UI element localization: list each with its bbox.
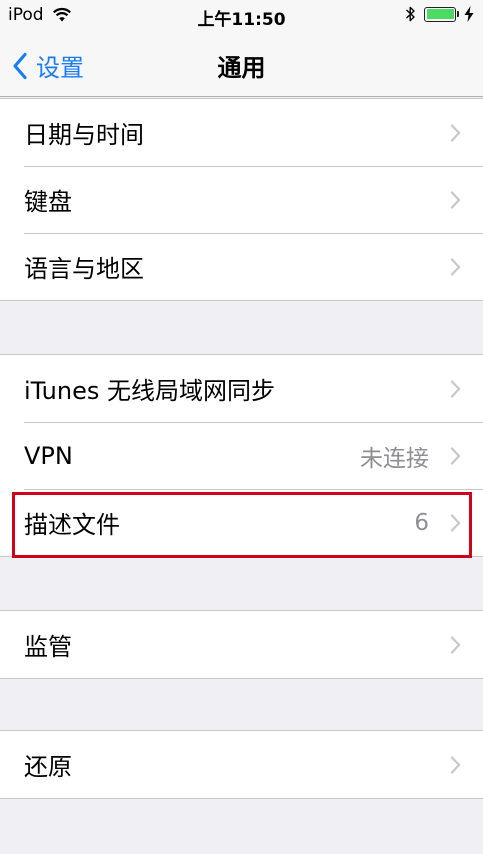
battery-body: [424, 6, 456, 22]
chevron-right-icon: [450, 446, 461, 465]
cell-keyboard[interactable]: 键盘: [0, 166, 483, 233]
cell-label: VPN: [24, 441, 73, 470]
chevron-right-icon: [450, 379, 461, 398]
cell-label: 语言与地区: [24, 255, 144, 283]
chevron-right-icon: [450, 123, 461, 142]
status-right: [405, 5, 475, 23]
cell-label: 键盘: [24, 188, 72, 216]
cell-date-time[interactable]: 日期与时间: [0, 99, 483, 166]
cell-supervision[interactable]: 监管: [0, 611, 483, 678]
cell-detail: 6: [414, 509, 429, 536]
status-bar: iPod 上午11:50: [0, 0, 483, 34]
battery-cap: [457, 11, 459, 17]
settings-group-2: iTunes 无线局域网同步 VPN 未连接 描述文件 6: [0, 354, 483, 557]
bluetooth-icon: [405, 5, 416, 23]
page-title: 通用: [217, 54, 266, 82]
battery-fill: [426, 9, 454, 19]
chevron-right-icon: [450, 635, 461, 654]
cell-reset[interactable]: 还原: [0, 731, 483, 798]
cell-label: 日期与时间: [24, 121, 144, 149]
navigation-bar: 设置 通用: [0, 34, 483, 97]
chevron-right-icon: [450, 257, 461, 276]
chevron-right-icon: [450, 190, 461, 209]
cell-detail: 未连接: [360, 445, 429, 472]
settings-group-1: 日期与时间 键盘 语言与地区: [0, 98, 483, 301]
cell-label: 还原: [24, 753, 72, 781]
charging-bolt-icon: [463, 5, 475, 23]
cell-label: iTunes 无线局域网同步: [24, 377, 276, 405]
settings-group-3: 监管: [0, 610, 483, 679]
cell-vpn[interactable]: VPN 未连接: [0, 422, 483, 489]
cell-label: 监管: [24, 633, 72, 661]
chevron-right-icon: [450, 755, 461, 774]
battery-icon: [424, 6, 459, 22]
cell-language-region[interactable]: 语言与地区: [0, 233, 483, 300]
chevron-right-icon: [450, 513, 461, 532]
cell-profiles[interactable]: 描述文件 6: [0, 489, 483, 556]
settings-group-4: 还原: [0, 730, 483, 799]
cell-label: 描述文件: [24, 511, 120, 539]
cell-itunes-wifi-sync[interactable]: iTunes 无线局域网同步: [0, 355, 483, 422]
